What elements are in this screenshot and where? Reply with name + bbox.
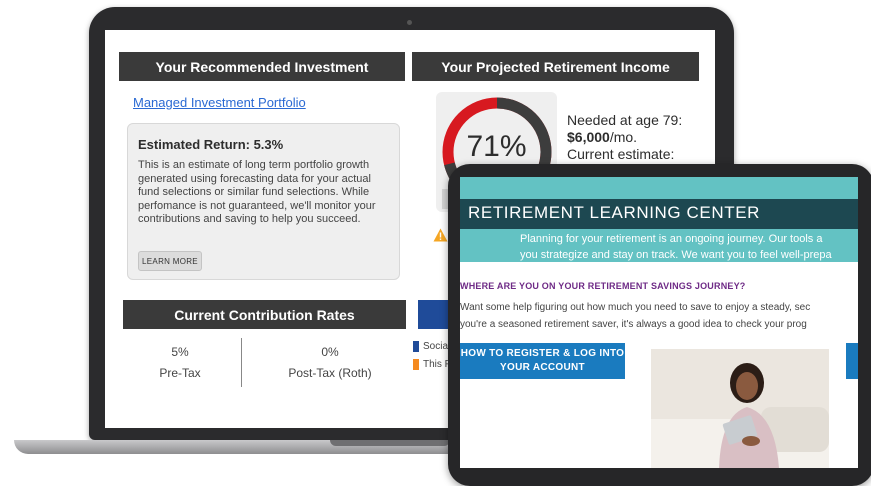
estimated-return-title: Estimated Return: 5.3%: [138, 137, 284, 152]
tablet-screen: RETIREMENT LEARNING CENTER Planning for …: [460, 177, 858, 468]
photo-illustration: [651, 349, 829, 468]
pretax-label: Pre-Tax: [159, 366, 201, 380]
banner-text-line1: Planning for your retirement is an ongoi…: [520, 233, 823, 245]
journey-paragraph-line1: Want some help figuring out how much you…: [460, 302, 811, 313]
banner-text-line2: you strategize and stay on track. We wan…: [520, 249, 832, 261]
contribution-rates-header: Current Contribution Rates: [123, 300, 406, 329]
needed-amount: $6,000/mo.: [567, 129, 638, 145]
recommended-investment-header: Your Recommended Investment: [119, 52, 405, 81]
pretax-rate: 5% Pre-Tax: [125, 345, 235, 380]
legend-swatch-blue: [413, 341, 419, 352]
posttax-rate: 0% Post-Tax (Roth): [265, 345, 395, 380]
posttax-label: Post-Tax (Roth): [288, 366, 372, 380]
learning-center-title: RETIREMENT LEARNING CENTER: [468, 203, 761, 222]
legend-label-social: Socia: [423, 341, 449, 352]
woman-with-tablet-photo: [651, 349, 829, 468]
gauge-percent: 71%: [466, 130, 527, 163]
needed-income-text: Needed at age 79: $6,000/mo. Current est…: [567, 112, 682, 163]
legend-swatch-orange: [413, 359, 419, 370]
estimated-return-description: This is an estimate of long term portfol…: [138, 159, 376, 225]
projected-income-header: Your Projected Retirement Income: [412, 52, 699, 81]
register-login-button[interactable]: HOW TO REGISTER & LOG INTO YOUR ACCOUNT: [460, 343, 625, 379]
journey-paragraph-line2: you're a seasoned retirement saver, it's…: [460, 319, 807, 330]
laptop-camera: [407, 20, 412, 25]
laptop-notch: [330, 440, 450, 446]
rates-divider: [241, 338, 242, 387]
learn-more-button[interactable]: LEARN MORE: [138, 251, 202, 271]
legend-item-plan: This P: [413, 359, 451, 370]
journey-heading: WHERE ARE YOU ON YOUR RETIREMENT SAVINGS…: [460, 281, 746, 291]
posttax-value: 0%: [321, 345, 339, 359]
next-resource-button[interactable]: [846, 343, 858, 379]
current-estimate-label: Current estimate:: [567, 146, 675, 162]
legend-item-social: Socia: [413, 341, 448, 352]
needed-age-label: Needed at age 79:: [567, 112, 683, 128]
pretax-value: 5%: [171, 345, 189, 359]
managed-portfolio-link[interactable]: Managed Investment Portfolio: [133, 95, 306, 110]
warning-icon: [433, 228, 448, 242]
estimated-return-card: Estimated Return: 5.3% This is an estima…: [127, 123, 400, 280]
